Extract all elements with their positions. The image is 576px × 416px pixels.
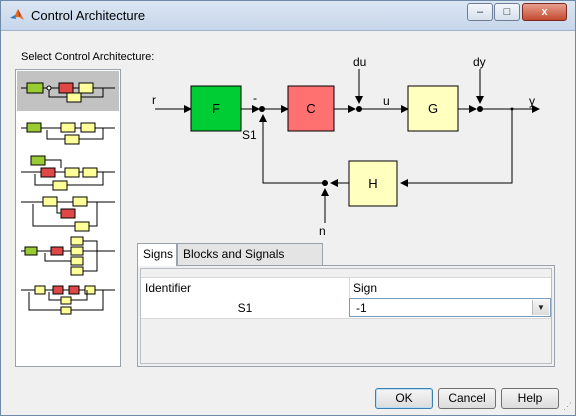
sum-junction-n <box>322 180 328 186</box>
signal-r-label: r <box>152 93 156 107</box>
sum-junction-s1 <box>259 106 265 112</box>
window-title: Control Architecture <box>31 8 146 23</box>
sign-dropdown[interactable]: -1 ▼ <box>349 298 551 317</box>
architecture-option-4[interactable] <box>17 194 119 234</box>
column-header-sign[interactable]: Sign <box>353 281 377 295</box>
architecture-option-3[interactable] <box>17 154 119 194</box>
architecture-option-1[interactable] <box>17 71 119 111</box>
signal-y-label: y <box>529 94 535 108</box>
sign-value: -1 <box>356 301 367 315</box>
signal-du-label: du <box>353 55 366 69</box>
block-F-label: F <box>212 101 220 116</box>
signal-u-label: u <box>383 94 390 108</box>
close-button[interactable]: x <box>522 3 567 21</box>
signs-tab-panel: Identifier Sign S1 -1 ▼ <box>137 265 555 367</box>
signal-n-label: n <box>319 224 326 238</box>
tab-signs[interactable]: Signs <box>137 243 177 266</box>
matlab-logo-icon <box>10 9 24 20</box>
table-header: Identifier Sign <box>141 277 551 299</box>
column-header-identifier[interactable]: Identifier <box>145 281 191 295</box>
block-C-label: C <box>306 101 315 116</box>
tab-blocks-and-signals[interactable]: Blocks and Signals <box>177 243 323 265</box>
architecture-list[interactable] <box>15 69 121 367</box>
cancel-button[interactable]: Cancel <box>438 388 496 409</box>
control-architecture-window: Control Architecture – □ x Select Contro… <box>0 0 576 416</box>
ok-button[interactable]: OK <box>375 388 433 409</box>
architecture-option-2[interactable] <box>17 116 119 150</box>
minimize-button[interactable]: – <box>467 3 493 21</box>
signs-table: Identifier Sign S1 -1 ▼ <box>140 268 552 364</box>
sum-junction-du <box>356 106 362 112</box>
titlebar: Control Architecture – □ x <box>1 1 575 31</box>
architecture-option-5[interactable] <box>17 236 119 278</box>
control-block-diagram: F C G H r du u dy y n S1 - <box>152 55 540 238</box>
signal-s1-label: S1 <box>242 128 257 142</box>
identifier-cell: S1 <box>237 301 253 315</box>
signal-dy-label: dy <box>473 55 486 69</box>
table-row: S1 -1 ▼ <box>141 298 551 319</box>
help-button[interactable]: Help <box>501 388 559 409</box>
svg-text:-: - <box>253 91 257 105</box>
maximize-button[interactable]: □ <box>494 3 520 21</box>
block-H-label: H <box>368 176 377 191</box>
architecture-option-6[interactable] <box>17 280 119 316</box>
dropdown-arrow-icon[interactable]: ▼ <box>532 300 549 315</box>
sum-junction-dy <box>477 106 483 112</box>
block-G-label: G <box>428 101 438 116</box>
resize-grip-icon[interactable]: ⋰ <box>563 401 572 412</box>
